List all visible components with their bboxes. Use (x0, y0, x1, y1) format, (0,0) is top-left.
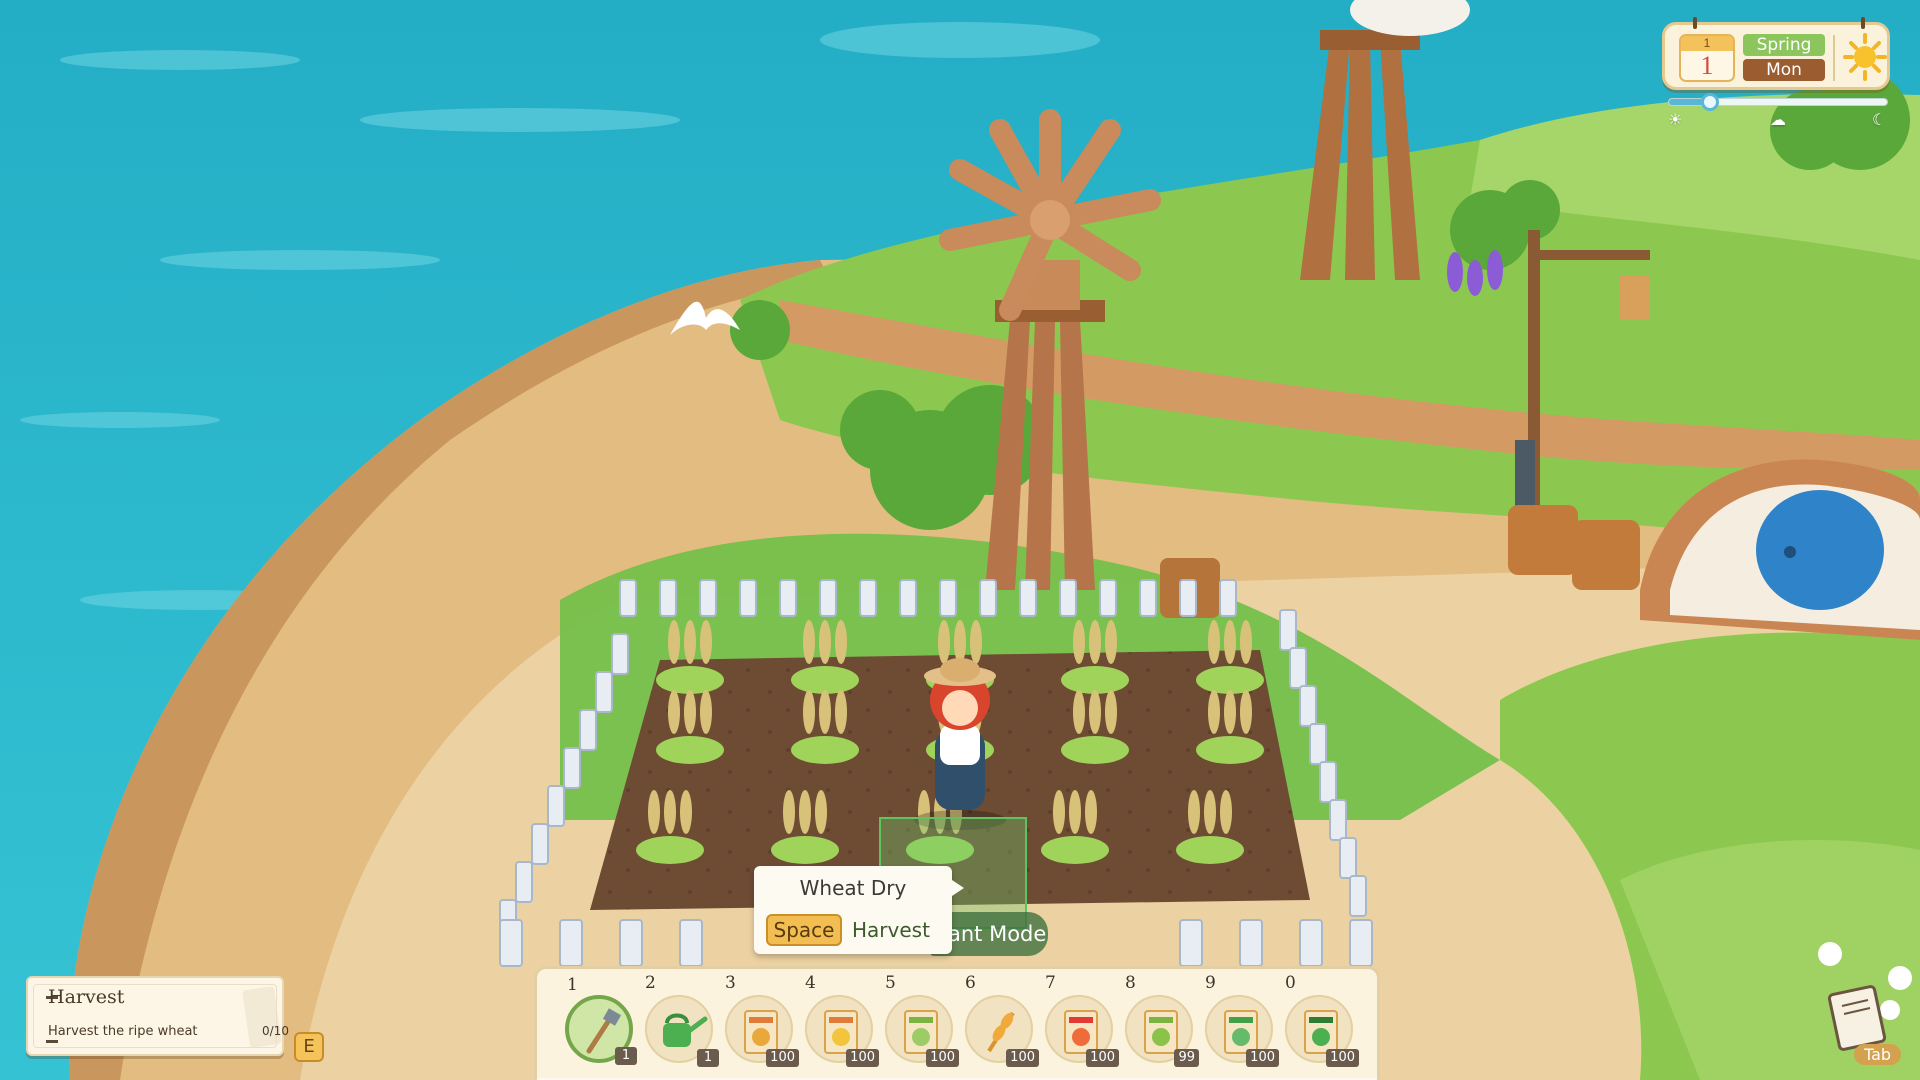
slot-number: 2 (645, 973, 656, 993)
hotbar: 1 1 2 1 3 100 4 100 5 100 6 100 7 100 8 … (534, 966, 1380, 1080)
slot-count: 100 (1086, 1049, 1119, 1067)
hotbar-slot-4[interactable]: 4 100 (805, 973, 879, 1067)
quest-card[interactable]: Harvest Harvest the ripe wheat 0/10 (26, 976, 289, 1056)
fence-post (1319, 761, 1337, 803)
hotbar-slot-0[interactable]: 0 100 (1285, 973, 1359, 1067)
fence-post (579, 709, 597, 751)
crop-name: Wheat Dry (799, 876, 907, 900)
fence-post (595, 671, 613, 713)
fence-post (1139, 579, 1157, 617)
slot-count: 99 (1174, 1049, 1199, 1067)
harvest-action[interactable]: Harvest (852, 918, 930, 942)
slot-count: 100 (1006, 1049, 1039, 1067)
fence-post (1279, 609, 1297, 651)
quest-key-hint[interactable]: E (294, 1032, 324, 1062)
sun-icon (1843, 33, 1887, 81)
slot-count: 100 (1326, 1049, 1359, 1067)
calendar-day: 1 (1700, 51, 1714, 80)
sunrise-icon: ☀ (1668, 110, 1683, 129)
fence-post (1179, 579, 1197, 617)
fence-post (1349, 919, 1373, 967)
season-label: Spring (1743, 34, 1825, 56)
slot-number: 7 (1045, 973, 1056, 993)
fence-post (679, 919, 703, 967)
slot-number: 3 (725, 973, 736, 993)
panel-divider (1833, 35, 1835, 81)
fence-post (819, 579, 837, 617)
fence-post (611, 633, 629, 675)
fence-post (1219, 579, 1237, 617)
slot-number: 8 (1125, 973, 1136, 993)
fence-post (739, 579, 757, 617)
fence-post (1099, 579, 1117, 617)
crop-tooltip: Wheat Dry Space Harvest (754, 866, 964, 954)
hotbar-slot-9[interactable]: 9 100 (1205, 973, 1279, 1067)
fence-post (939, 579, 957, 617)
quest-title: Harvest (48, 986, 125, 1008)
fence-post (619, 579, 637, 617)
hotbar-slot-1[interactable]: 1 1 (565, 975, 637, 1065)
fence-post (563, 747, 581, 789)
hotbar-slot-6[interactable]: 6 100 (965, 973, 1039, 1067)
fence-post (1299, 685, 1317, 727)
journal-key-hint[interactable]: Tab (1854, 1044, 1902, 1065)
slot-number: 6 (965, 973, 976, 993)
hotbar-slot-3[interactable]: 3 100 (725, 973, 799, 1067)
calendar-icon: 1 1 (1679, 34, 1735, 82)
hotbar-slot-2[interactable]: 2 1 (645, 973, 719, 1067)
fence-post (1289, 647, 1307, 689)
slot-count: 1 (697, 1049, 719, 1067)
fence-post (699, 579, 717, 617)
hotbar-slot-5[interactable]: 5 100 (885, 973, 959, 1067)
fence-post (1339, 837, 1357, 879)
slot-count: 100 (1246, 1049, 1279, 1067)
moon-icon: ☾ (1872, 110, 1887, 129)
hotbar-slot-7[interactable]: 7 100 (1045, 973, 1119, 1067)
fence-post (1299, 919, 1323, 967)
slot-number: 0 (1285, 973, 1296, 993)
slot-count: 1 (615, 1047, 637, 1065)
sunset-icon: ☁ (1770, 110, 1786, 129)
fence-post (1179, 919, 1203, 967)
fence-post (559, 919, 583, 967)
slot-count: 100 (846, 1049, 879, 1067)
hotbar-slot-8[interactable]: 8 99 (1125, 973, 1199, 1067)
fence-post (859, 579, 877, 617)
panel-pin (1693, 17, 1697, 29)
fence-post (659, 579, 677, 617)
slot-count: 100 (926, 1049, 959, 1067)
fence-post (1309, 723, 1327, 765)
calendar-month: 1 (1681, 36, 1733, 51)
fence-post (547, 785, 565, 827)
fence-post (515, 861, 533, 903)
fence-post (499, 919, 523, 967)
fence-post (1239, 919, 1263, 967)
fence-post (1059, 579, 1077, 617)
fence-post (619, 919, 643, 967)
date-panel: 1 1 Spring Mon (1662, 17, 1890, 90)
slot-count: 100 (766, 1049, 799, 1067)
fence-post (899, 579, 917, 617)
panel-pin (1861, 17, 1865, 29)
slot-number: 1 (567, 975, 578, 995)
space-key-hint[interactable]: Space (766, 914, 842, 946)
scroll-icon (242, 986, 282, 1048)
fence-post (531, 823, 549, 865)
slot-number: 4 (805, 973, 816, 993)
quest-tick (46, 1040, 58, 1043)
weekday-label: Mon (1743, 59, 1825, 81)
fence-post (779, 579, 797, 617)
quest-progress: 0/10 (262, 1024, 289, 1038)
fence-post (1329, 799, 1347, 841)
quest-description: Harvest the ripe wheat (48, 1024, 198, 1039)
fence-post (1349, 875, 1367, 917)
fence-post (1019, 579, 1037, 617)
day-time-bar (1668, 93, 1888, 111)
slot-number: 9 (1205, 973, 1216, 993)
slot-number: 5 (885, 973, 896, 993)
fence-post (979, 579, 997, 617)
